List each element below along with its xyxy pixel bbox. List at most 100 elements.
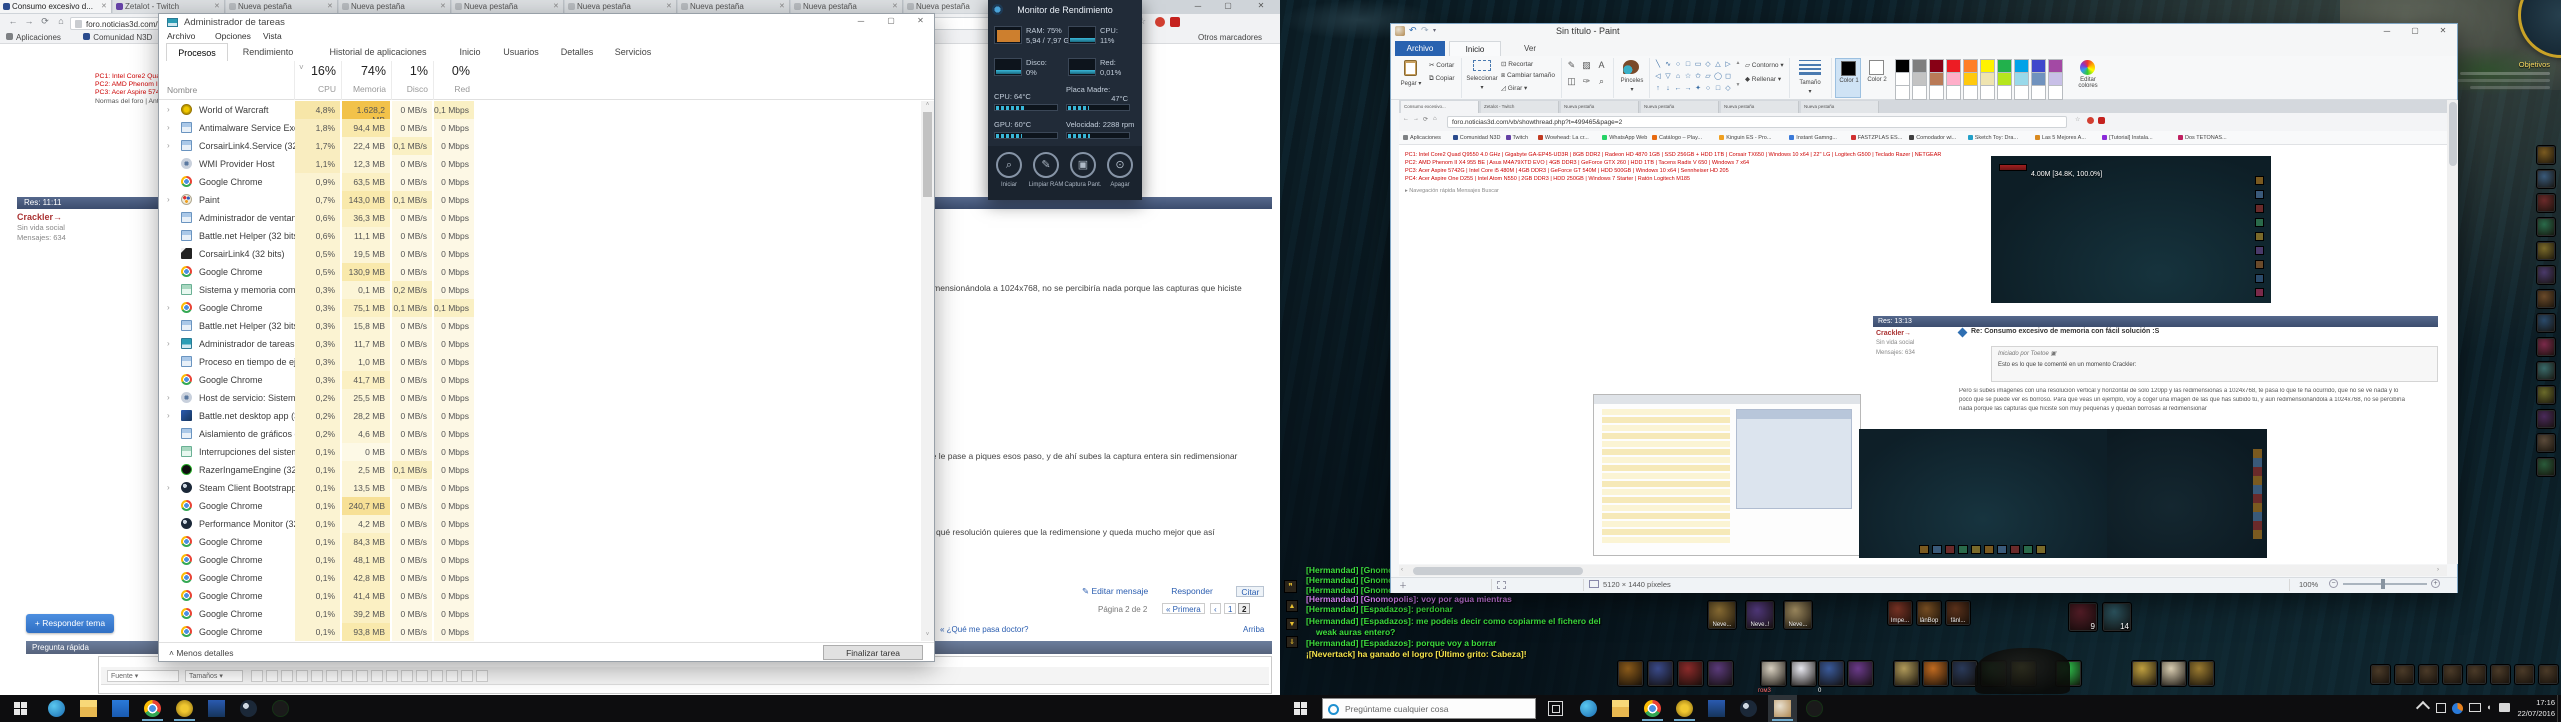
editor-toolbar-icon[interactable] bbox=[311, 670, 323, 682]
tm-col-mem[interactable]: Memoria bbox=[342, 84, 391, 94]
tm-scroll-down-icon[interactable]: ˅ bbox=[923, 632, 932, 639]
tm-menu-archivo[interactable]: Archivo bbox=[167, 31, 195, 43]
action-bar-icon[interactable] bbox=[1893, 660, 1920, 687]
table-row[interactable]: Battle.net Helper (32 bits) 0,3% 15,8 MB 0 … bbox=[159, 317, 934, 335]
canvas-vscroll-thumb[interactable] bbox=[2448, 102, 2457, 166]
tm-close-button[interactable]: ✕ bbox=[906, 14, 935, 29]
taskbar-clock[interactable]: 17:16 22/07/2016 bbox=[2513, 698, 2555, 720]
shape-icon[interactable]: ☆ bbox=[1683, 72, 1693, 82]
editor-toolbar-icon[interactable] bbox=[281, 670, 293, 682]
taskbar-chrome-icon[interactable] bbox=[1644, 700, 1661, 717]
editor-font-select[interactable]: Fuente ▾ bbox=[107, 670, 179, 682]
action-bar-icon[interactable] bbox=[1847, 660, 1874, 687]
editor-toolbar-icon[interactable] bbox=[371, 670, 383, 682]
thread-nav-prev[interactable]: « ¿Qué me pasa doctor? bbox=[940, 625, 1029, 634]
row-expander-icon[interactable]: › bbox=[167, 411, 170, 420]
table-row[interactable]: › CorsairLink4.Service (32 bits) 1,7% 22,4 … bbox=[159, 137, 934, 155]
select-button[interactable]: Seleccionar ▾ bbox=[1465, 58, 1499, 98]
zoom-in-icon[interactable]: + bbox=[2431, 579, 2440, 588]
paint-tab-inicio[interactable]: Inicio bbox=[1449, 41, 1501, 56]
canvas-hscroll-thumb[interactable] bbox=[1413, 566, 1583, 575]
editor-toolbar-icon[interactable] bbox=[401, 670, 413, 682]
reload-icon[interactable]: ⟳ bbox=[38, 16, 52, 29]
action-bar-icon[interactable] bbox=[2536, 337, 2556, 357]
browser-tab[interactable]: Nueva pestaña ✕ bbox=[678, 0, 790, 13]
tab-close-icon[interactable]: ✕ bbox=[666, 0, 676, 13]
action-bar-icon[interactable] bbox=[1790, 660, 1817, 687]
tm-total-disk[interactable]: 1% bbox=[392, 64, 433, 78]
crop-button[interactable]: ⊡ Recortar bbox=[1501, 60, 1533, 68]
table-row[interactable]: Google Chrome 0,9% 63,5 MB 0 MB/s 0 Mbps bbox=[159, 173, 934, 191]
action-bar-icon[interactable] bbox=[2536, 217, 2556, 237]
browser-tab[interactable]: Nueva pestaña ✕ bbox=[565, 0, 677, 13]
action-bar-icon[interactable] bbox=[2536, 361, 2556, 381]
tm-scroll-thumb[interactable] bbox=[923, 112, 932, 197]
zoom-out-icon[interactable]: − bbox=[2329, 579, 2338, 588]
tab-close-icon[interactable]: ✕ bbox=[440, 0, 450, 13]
table-row[interactable]: › Google Chrome 0,3% 75,1 MB 0,1 MB/s 0,1 Mbp… bbox=[159, 299, 934, 317]
bag-slot-icon[interactable] bbox=[2490, 664, 2511, 685]
taskbar-wow-icon[interactable] bbox=[1676, 700, 1693, 717]
tab-close-icon[interactable]: ✕ bbox=[327, 0, 337, 13]
pagination-prev[interactable]: ‹ bbox=[1210, 603, 1221, 614]
table-row[interactable]: Google Chrome 0,1% 93,8 MB 0 MB/s 0 Mbps bbox=[159, 623, 934, 641]
table-row[interactable]: Google Chrome 0,1% 48,1 MB 0 MB/s 0 Mbps bbox=[159, 551, 934, 569]
palette-color[interactable] bbox=[1929, 85, 1944, 100]
brushes-button[interactable]: Pinceles ▾ bbox=[1617, 58, 1647, 98]
tm-minimize-button[interactable]: ─ bbox=[846, 14, 876, 29]
taskbar-store-icon[interactable] bbox=[112, 700, 129, 717]
canvas-vscrollbar[interactable] bbox=[2447, 100, 2458, 564]
editor-toolbar-icon[interactable] bbox=[416, 670, 428, 682]
action-bar-icon[interactable] bbox=[1818, 660, 1845, 687]
chat-scroll-icon[interactable]: ▼ bbox=[1286, 618, 1298, 630]
taskbar-explorer-icon[interactable] bbox=[80, 700, 97, 717]
text-icon[interactable]: A bbox=[1595, 60, 1608, 73]
shape-icon[interactable]: □ bbox=[1683, 60, 1693, 70]
color2-swatch[interactable]: Color 2 bbox=[1864, 58, 1890, 98]
home-icon[interactable]: ⌂ bbox=[54, 16, 68, 29]
start-button-left[interactable] bbox=[14, 702, 27, 715]
taskbar-razer-icon[interactable] bbox=[272, 700, 289, 717]
editor-toolbar-icon[interactable] bbox=[326, 670, 338, 682]
tm-tab-historial-de-aplicaciones[interactable]: Historial de aplicaciones bbox=[308, 43, 448, 61]
bag-slot-icon[interactable] bbox=[2442, 664, 2463, 685]
tab-close-icon[interactable]: ✕ bbox=[553, 0, 563, 13]
bag-slot-icon[interactable] bbox=[2538, 664, 2559, 685]
reply-thread-button[interactable]: + Responder tema bbox=[26, 614, 114, 633]
tm-menu-vista[interactable]: Vista bbox=[263, 31, 282, 43]
shapes-scroll-down[interactable]: ▼ bbox=[1735, 82, 1741, 88]
paint-close-button[interactable]: ✕ bbox=[2429, 24, 2457, 39]
editor-toolbar-icon[interactable] bbox=[251, 670, 263, 682]
tm-col-net[interactable]: Red bbox=[434, 84, 475, 94]
buff-icon[interactable]: fânl... bbox=[1945, 600, 1971, 626]
action-bar-icon[interactable] bbox=[2160, 660, 2187, 687]
action-bar-icon[interactable] bbox=[1677, 660, 1704, 687]
size-button[interactable]: Tamaño ▾ bbox=[1793, 58, 1827, 98]
table-row[interactable]: Google Chrome 0,1% 41,4 MB 0 MB/s 0 Mbps bbox=[159, 587, 934, 605]
tm-total-cpu[interactable]: 16% bbox=[295, 64, 341, 78]
editor-toolbar-icon[interactable] bbox=[461, 670, 473, 682]
palette-color[interactable] bbox=[1912, 85, 1927, 100]
action-bar-icon[interactable] bbox=[2536, 193, 2556, 213]
editor-toolbar-icon[interactable] bbox=[341, 670, 353, 682]
forward-icon[interactable]: → bbox=[22, 16, 36, 29]
bag-slot-icon[interactable] bbox=[2370, 664, 2391, 685]
ss-attachment-wow1[interactable] bbox=[1859, 429, 2107, 558]
cut-button[interactable]: ✂ Cortar bbox=[1429, 61, 1454, 69]
table-row[interactable]: Google Chrome 0,3% 41,7 MB 0 MB/s 0 Mbps bbox=[159, 371, 934, 389]
tm-end-task-button[interactable]: Finalizar tarea bbox=[823, 645, 923, 660]
pencil-icon[interactable]: ✎ bbox=[1565, 60, 1578, 73]
table-row[interactable]: Proceso en tiempo de ejecución... 0,3% 1,0… bbox=[159, 353, 934, 371]
table-row[interactable]: › Host de servicio: Sistema local (... 0,2… bbox=[159, 389, 934, 407]
palette-color[interactable] bbox=[1963, 85, 1978, 100]
pagination-page-1[interactable]: 1 bbox=[1224, 603, 1237, 614]
table-row[interactable]: Google Chrome 0,1% 42,8 MB 0 MB/s 0 Mbps bbox=[159, 569, 934, 587]
action-bar-icon[interactable] bbox=[1951, 660, 1978, 687]
buff-icon[interactable]: lânBop bbox=[1916, 600, 1942, 626]
shape-icon[interactable]: ○ bbox=[1673, 60, 1683, 70]
table-row[interactable]: › Steam Client Bootstrapper (32 ... 0,1% 13… bbox=[159, 479, 934, 497]
shape-icon[interactable]: ↓ bbox=[1663, 84, 1673, 94]
pm-button-capturapant[interactable]: ▣ bbox=[1070, 152, 1096, 178]
bag-slot-icon[interactable] bbox=[2418, 664, 2439, 685]
taskbar-steam-icon[interactable] bbox=[1740, 700, 1757, 717]
